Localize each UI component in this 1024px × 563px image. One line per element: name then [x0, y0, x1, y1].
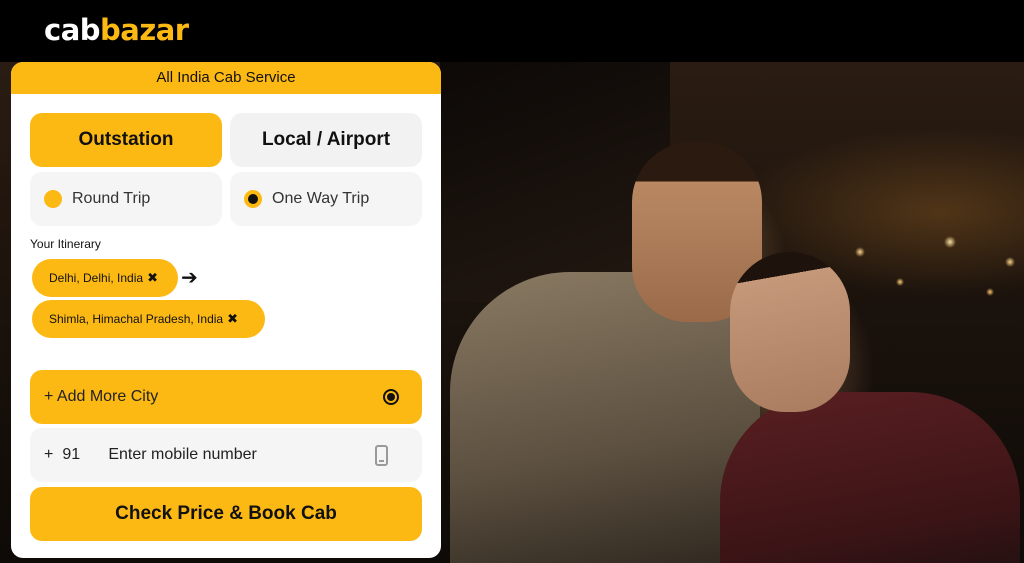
card-title: All India Cab Service [11, 62, 441, 94]
cabbazar-logo[interactable]: cabbazar [44, 10, 189, 50]
mobile-number-input[interactable] [108, 446, 329, 464]
round-trip-option[interactable]: Round Trip [30, 172, 222, 226]
radio-selected-icon [244, 190, 262, 208]
woman-figure [720, 392, 1020, 563]
country-code-plus: + [44, 446, 54, 463]
top-header: cabbazar [0, 0, 1024, 62]
remove-city-icon[interactable]: ✖ [227, 311, 238, 327]
add-more-city-label: + Add More City [44, 388, 159, 405]
itinerary-city-chip: Shimla, Himachal Pradesh, India ✖ [32, 300, 265, 338]
logo-text-bazar: bazar [100, 13, 189, 47]
logo-text-cab: cab [44, 13, 101, 47]
mobile-number-field: + 91 [30, 428, 422, 482]
round-trip-label: Round Trip [72, 190, 151, 207]
mobile-phone-icon [375, 445, 388, 466]
itinerary-label: Your Itinerary [30, 237, 101, 251]
itinerary-city-name: Delhi, Delhi, India [49, 271, 144, 285]
tab-outstation[interactable]: Outstation [30, 113, 222, 167]
tab-local-airport[interactable]: Local / Airport [230, 113, 422, 167]
location-target-icon[interactable] [383, 389, 399, 405]
one-way-trip-option[interactable]: One Way Trip [230, 172, 422, 226]
booking-card: All India Cab Service Outstation Local /… [11, 62, 441, 558]
add-more-city-button[interactable]: + Add More City [30, 370, 422, 424]
woman-head [730, 252, 850, 412]
itinerary-city-chip: Delhi, Delhi, India ✖ [32, 259, 178, 297]
right-arrow-icon: ➔ [181, 267, 198, 289]
itinerary-city-name: Shimla, Himachal Pradesh, India [49, 312, 224, 326]
check-price-book-cab-button[interactable]: Check Price & Book Cab [30, 487, 422, 541]
one-way-trip-label: One Way Trip [272, 190, 370, 207]
remove-city-icon[interactable]: ✖ [147, 270, 158, 286]
radio-unselected-icon [44, 190, 62, 208]
city-lights [840, 212, 1024, 332]
country-code[interactable]: 91 [62, 446, 108, 464]
